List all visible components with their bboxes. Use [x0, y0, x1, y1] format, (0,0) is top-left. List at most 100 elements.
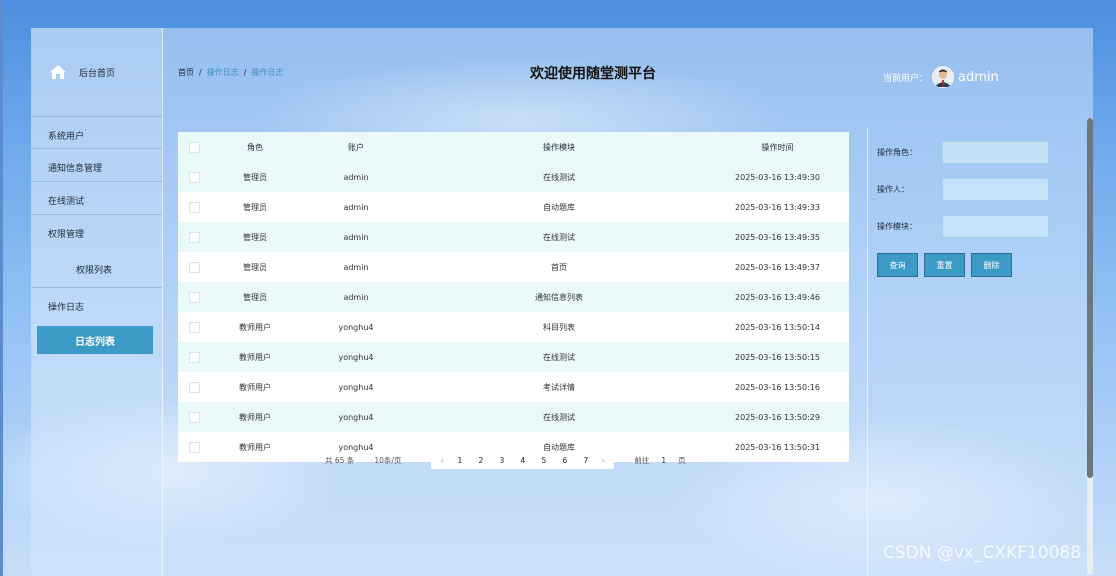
search-button[interactable]: 查询 — [877, 253, 918, 277]
row-checkbox[interactable] — [188, 381, 200, 393]
current-user-label: 当前用户： — [883, 73, 929, 84]
cell-role: 教师用户 — [210, 312, 300, 342]
cell-time: 2025-03-16 13:50:16 — [706, 372, 849, 402]
cell-module: 首页 — [412, 252, 706, 282]
filter-operator-label: 操作人： — [877, 185, 909, 194]
cell-account: yonghu4 — [300, 342, 412, 372]
row-checkbox[interactable] — [188, 411, 200, 423]
filter-role-label: 操作角色： — [877, 148, 917, 157]
table-header-row: 角色 账户 操作模块 操作时间 — [178, 132, 849, 162]
page-button[interactable]: 3 — [491, 456, 512, 465]
window-edge — [0, 0, 3, 576]
table-row[interactable]: 管理员 admin 在线测试 2025-03-16 13:49:35 — [178, 222, 849, 252]
next-page-icon[interactable]: › — [596, 456, 610, 465]
row-checkbox[interactable] — [188, 171, 200, 183]
breadcrumb-separator: / — [243, 68, 247, 77]
breadcrumb-current: 操作日志 — [251, 68, 284, 77]
menu-divider — [31, 148, 162, 149]
row-checkbox[interactable] — [188, 201, 200, 213]
cell-role: 管理员 — [210, 162, 300, 192]
cell-time: 2025-03-16 13:49:37 — [706, 252, 849, 282]
current-user: 当前用户： admin — [883, 66, 999, 88]
page-button[interactable]: 1 — [449, 456, 470, 465]
sidebar-item-online-test[interactable]: 在线测试 — [31, 194, 162, 207]
cell-time: 2025-03-16 13:49:46 — [706, 282, 849, 312]
column-header-module: 操作模块 — [412, 132, 706, 162]
table-row[interactable]: 教师用户 yonghu4 科目列表 2025-03-16 13:50:14 — [178, 312, 849, 342]
module-input[interactable] — [942, 215, 1049, 238]
goto-unit: 页 — [678, 455, 686, 465]
reset-button[interactable]: 重置 — [924, 253, 965, 277]
filter-module-row: 操作模块： — [877, 215, 1049, 238]
sidebar-item-operation-log[interactable]: 操作日志 — [31, 300, 162, 313]
row-checkbox[interactable] — [188, 441, 200, 453]
table-row[interactable]: 教师用户 yonghu4 在线测试 2025-03-16 13:50:29 — [178, 402, 849, 432]
table-row[interactable]: 管理员 admin 自动题库 2025-03-16 13:49:33 — [178, 192, 849, 222]
cell-role: 教师用户 — [210, 372, 300, 402]
select-all-checkbox[interactable] — [188, 141, 200, 153]
cell-time: 2025-03-16 13:50:14 — [706, 312, 849, 342]
goto-page-input[interactable]: 1 — [661, 456, 666, 465]
cell-module: 考试详情 — [412, 372, 706, 402]
page-button[interactable]: 4 — [512, 456, 533, 465]
page-button[interactable]: 6 — [554, 456, 575, 465]
scrollbar-thumb[interactable] — [1087, 118, 1093, 478]
table-row[interactable]: 管理员 admin 首页 2025-03-16 13:49:37 — [178, 252, 849, 282]
cell-time: 2025-03-16 13:49:30 — [706, 162, 849, 192]
table-row[interactable]: 管理员 admin 在线测试 2025-03-16 13:49:30 — [178, 162, 849, 192]
cell-account: admin — [300, 162, 412, 192]
page-button[interactable]: 7 — [575, 456, 596, 465]
page-button[interactable]: 5 — [533, 456, 554, 465]
cell-account: yonghu4 — [300, 402, 412, 432]
filter-role-row: 操作角色： — [877, 141, 1049, 164]
breadcrumb-log[interactable]: 操作日志 — [207, 68, 239, 77]
cell-role: 管理员 — [210, 252, 300, 282]
row-checkbox[interactable] — [188, 231, 200, 243]
cell-time: 2025-03-16 13:50:15 — [706, 342, 849, 372]
page-size-select[interactable]: 10条/页 — [374, 455, 401, 466]
sidebar-item-log-list[interactable]: 日志列表 — [37, 326, 153, 354]
home-icon — [50, 65, 66, 79]
sidebar-item-system-users[interactable]: 系统用户 — [31, 129, 162, 142]
table-row[interactable]: 管理员 admin 通知信息列表 2025-03-16 13:49:46 — [178, 282, 849, 312]
watermark: CSDN @vx_CXKF10088 — [883, 543, 1082, 563]
cell-account: admin — [300, 282, 412, 312]
row-checkbox[interactable] — [188, 321, 200, 333]
cell-module: 在线测试 — [412, 342, 706, 372]
cell-module: 在线测试 — [412, 162, 706, 192]
page-button[interactable]: 2 — [470, 456, 491, 465]
avatar[interactable] — [932, 66, 955, 88]
cell-role: 教师用户 — [210, 402, 300, 432]
pagination: 共 65 条 10条/页 ‹ 1 2 3 4 5 6 7 › 前往 1 页 — [325, 451, 686, 469]
cell-role: 教师用户 — [210, 432, 300, 462]
cell-time: 2025-03-16 13:50:29 — [706, 402, 849, 432]
cell-time: 2025-03-16 13:49:35 — [706, 222, 849, 252]
cell-account: admin — [300, 252, 412, 282]
sidebar-item-permission-list[interactable]: 权限列表 — [31, 263, 162, 276]
table-row[interactable]: 教师用户 yonghu4 在线测试 2025-03-16 13:50:15 — [178, 342, 849, 372]
sidebar-item-permissions[interactable]: 权限管理 — [31, 227, 162, 240]
role-input[interactable] — [942, 141, 1049, 164]
menu-divider — [31, 287, 162, 288]
sidebar-item-notice[interactable]: 通知信息管理 — [31, 161, 162, 174]
cell-account: admin — [300, 222, 412, 252]
row-checkbox[interactable] — [188, 291, 200, 303]
row-checkbox[interactable] — [188, 261, 200, 273]
cell-module: 通知信息列表 — [412, 282, 706, 312]
operator-input[interactable] — [942, 178, 1049, 201]
pagination-total: 共 65 条 — [325, 455, 355, 465]
delete-button[interactable]: 删除 — [971, 253, 1012, 277]
current-user-name[interactable]: admin — [958, 70, 999, 85]
cell-role: 管理员 — [210, 282, 300, 312]
cell-account: admin — [300, 192, 412, 222]
row-checkbox[interactable] — [188, 351, 200, 363]
select-all-cell[interactable] — [178, 132, 210, 162]
column-header-role: 角色 — [210, 132, 300, 162]
column-header-time: 操作时间 — [706, 132, 849, 162]
breadcrumb-home[interactable]: 首页 — [178, 68, 194, 77]
table-row[interactable]: 教师用户 yonghu4 考试详情 2025-03-16 13:50:16 — [178, 372, 849, 402]
log-table: 角色 账户 操作模块 操作时间 管理员 admin 在线测试 2025-03-1… — [178, 132, 849, 462]
goto-label: 前往 — [634, 455, 650, 465]
prev-page-icon[interactable]: ‹ — [435, 456, 449, 465]
sidebar-home[interactable]: 后台首页 — [49, 64, 115, 80]
